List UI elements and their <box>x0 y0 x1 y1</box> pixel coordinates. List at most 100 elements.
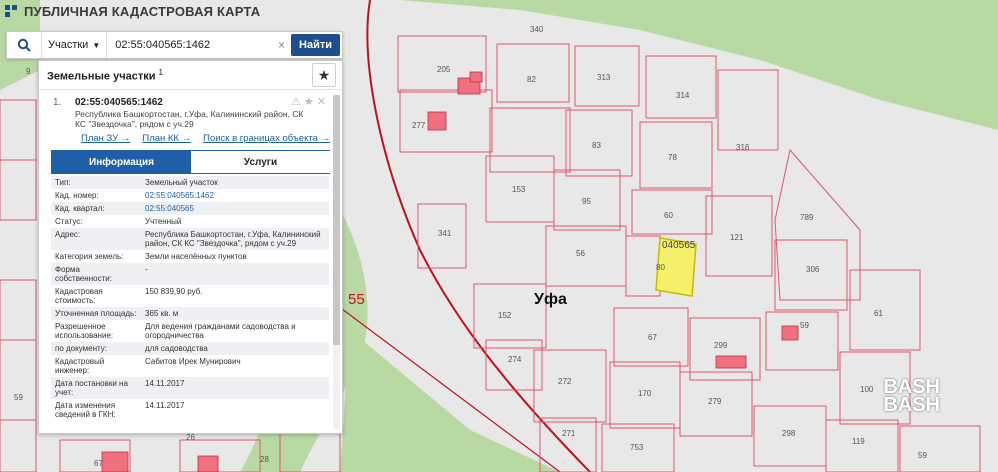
app-header: ПУБЛИЧНАЯ КАДАСТРОВАЯ КАРТА <box>0 0 260 22</box>
scrollbar-thumb[interactable] <box>333 95 340 345</box>
attribute-row: Разрешенное использование: Для ведения гр… <box>51 320 329 342</box>
svg-text:271: 271 <box>562 429 576 438</box>
attribute-key: Статус: <box>55 217 83 226</box>
attribute-value: 14.11.2017 <box>145 401 185 410</box>
search-input[interactable] <box>107 38 272 52</box>
attribute-row: Статус: Учтенный <box>51 215 329 228</box>
attribute-value[interactable]: 02:55:040565 <box>141 202 329 215</box>
result-cad-number[interactable]: 02:55:040565:1462 <box>75 97 163 108</box>
clear-icon[interactable]: × <box>272 38 291 52</box>
svg-text:272: 272 <box>558 377 572 386</box>
district-label: 55 <box>348 291 365 308</box>
panel-title: Земельные участки 1 <box>47 67 163 83</box>
svg-text:789: 789 <box>800 213 814 222</box>
attribute-value: Сабитов Ирек Мунирович <box>145 357 241 366</box>
attribute-key: Разрешенное использование: <box>55 322 114 340</box>
attribute-value[interactable]: 02:55:040565:1462 <box>141 189 329 202</box>
svg-text:152: 152 <box>498 311 512 320</box>
attribute-key: Тип: <box>55 178 71 187</box>
search-icon[interactable] <box>7 32 42 58</box>
svg-text:753: 753 <box>630 443 644 452</box>
svg-text:119: 119 <box>852 437 865 446</box>
tab-information[interactable]: Информация <box>52 151 191 173</box>
attribute-key: Форма собственности: <box>55 265 112 283</box>
svg-text:67: 67 <box>94 459 103 468</box>
svg-text:82: 82 <box>527 75 536 84</box>
attributes-table: Тип: Земельный участок Кад. номер: 02:55:04… <box>51 176 329 421</box>
attribute-value: для садоводства <box>145 344 208 353</box>
svg-text:121: 121 <box>730 233 744 242</box>
svg-text:80: 80 <box>656 263 665 272</box>
attribute-value: Учтенный <box>145 217 182 226</box>
link-plan-zu[interactable]: План ЗУ → <box>81 133 130 144</box>
svg-text:59: 59 <box>800 321 809 330</box>
info-tabs: Информация Услуги <box>51 150 330 174</box>
svg-text:314: 314 <box>676 91 690 100</box>
attribute-value: Земельный участок <box>145 178 218 187</box>
result-item[interactable]: 1. 02:55:040565:1462 <box>39 95 330 108</box>
svg-text:316: 316 <box>736 143 750 152</box>
svg-text:279: 279 <box>708 397 722 406</box>
svg-text:299: 299 <box>714 341 728 350</box>
svg-text:83: 83 <box>592 141 601 150</box>
search-type-select[interactable]: Участки ▼ <box>42 32 108 58</box>
warning-star-icons[interactable]: ⚠ ★ ✕ <box>291 95 326 108</box>
tab-services[interactable]: Услуги <box>191 151 330 173</box>
attribute-key: Уточненная площадь: <box>55 309 137 318</box>
svg-text:306: 306 <box>806 265 820 274</box>
svg-text:313: 313 <box>597 73 611 82</box>
attribute-key: Дата постановки на учет: <box>55 379 128 397</box>
attribute-key: Категория земель: <box>55 252 124 261</box>
panel-scrollbar[interactable] <box>333 95 340 429</box>
attribute-row: Кад. квартал: 02:55:040565 <box>51 202 329 215</box>
svg-text:67: 67 <box>648 333 657 342</box>
attribute-value: Для ведения гражданами садоводства и ого… <box>145 322 296 340</box>
star-icon[interactable]: ★ <box>312 63 336 87</box>
attribute-value: 14.11.2017 <box>145 379 185 388</box>
attribute-key: Дата изменения сведений в ГКН: <box>55 401 116 419</box>
attribute-key: Адрес: <box>55 230 81 239</box>
svg-text:59: 59 <box>918 451 927 460</box>
attribute-row: Кад. номер: 02:55:040565:1462 <box>51 189 329 202</box>
attribute-key: Кад. квартал: <box>55 204 105 213</box>
attribute-row: Дата постановки на учет: 14.11.2017 <box>51 377 329 399</box>
svg-text:298: 298 <box>782 429 796 438</box>
attribute-row: Кадастровая стоимость: 150 839,90 руб. <box>51 285 329 307</box>
search-bar: Участки ▼ × Найти <box>6 31 343 59</box>
svg-text:59: 59 <box>14 393 23 402</box>
svg-text:56: 56 <box>576 249 585 258</box>
panel-body: 1. 02:55:040565:1462 ⚠ ★ ✕ Республика Ба… <box>39 95 330 433</box>
attribute-value: 365 кв. м <box>145 309 179 318</box>
search-type-label: Участки <box>48 39 89 51</box>
svg-text:61: 61 <box>874 309 883 318</box>
svg-text:100: 100 <box>860 385 874 394</box>
attribute-key: по документу: <box>55 344 107 353</box>
result-index: 1. <box>53 97 62 108</box>
result-count: 1 <box>158 67 163 77</box>
attribute-row: Форма собственности: - <box>51 263 329 285</box>
attribute-row: Категория земель: Земли населённых пункто… <box>51 250 329 263</box>
link-search-bounds[interactable]: Поиск в границах объекта → <box>203 133 330 144</box>
attribute-row: Уточненная площадь: 365 кв. м <box>51 307 329 320</box>
watermark-logo: BASH BASH <box>883 376 940 416</box>
svg-text:274: 274 <box>508 355 522 364</box>
attribute-key: Кад. номер: <box>55 191 99 200</box>
attribute-value: 150 839,90 руб. <box>145 287 203 296</box>
attribute-value: Республика Башкортостан, г.Уфа, Калининс… <box>145 230 321 248</box>
svg-text:60: 60 <box>664 211 673 220</box>
search-button[interactable]: Найти <box>291 34 340 56</box>
svg-text:205: 205 <box>437 65 451 74</box>
svg-text:153: 153 <box>512 185 526 194</box>
svg-text:341: 341 <box>438 229 452 238</box>
svg-text:340: 340 <box>530 25 544 34</box>
attribute-row: Тип: Земельный участок <box>51 176 329 189</box>
attribute-value: Земли населённых пунктов <box>145 252 247 261</box>
link-plan-kk[interactable]: План КК → <box>142 133 191 144</box>
app-logo-icon <box>5 5 17 17</box>
results-panel: Земельные участки 1 ★ 1. 02:55:040565:14… <box>38 60 343 434</box>
city-label: Уфа <box>534 291 567 308</box>
attribute-row: Кадастровый инженер: Сабитов Ирек Муниров… <box>51 355 329 377</box>
svg-text:26: 26 <box>186 433 195 442</box>
result-address: Республика Башкортостан, г.Уфа, Калининс… <box>75 109 304 129</box>
svg-text:95: 95 <box>582 197 591 206</box>
